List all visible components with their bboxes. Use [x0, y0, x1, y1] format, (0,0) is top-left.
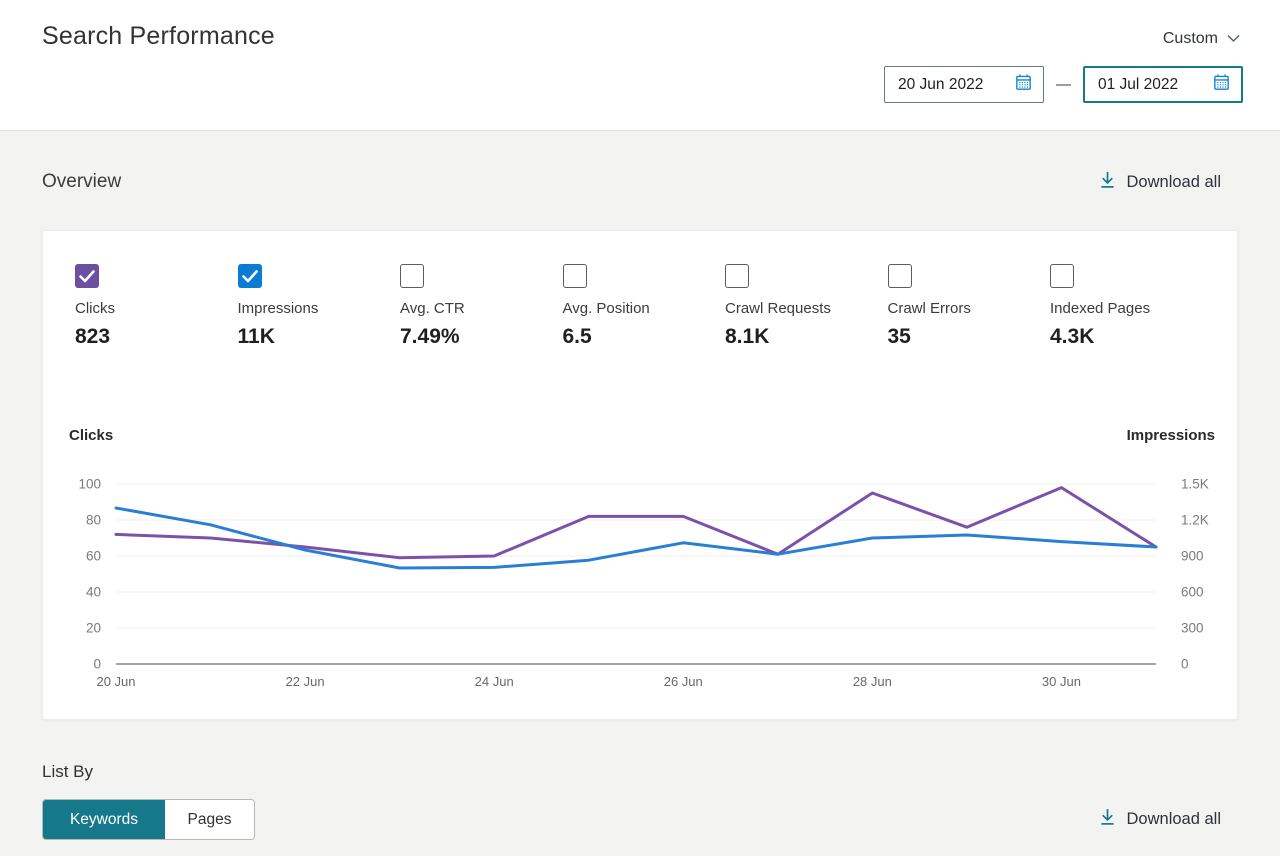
metric-label: Indexed Pages: [1050, 300, 1213, 317]
preset-label: Custom: [1163, 30, 1218, 48]
right-axis-tick-label: 600: [1181, 585, 1204, 600]
metric-crawl-errors: Crawl Errors 35: [888, 264, 1051, 349]
x-axis-tick-label: 28 Jun: [853, 674, 892, 689]
performance-line-chart: 0 0 20 300 40 600 60 900 80 1.2K 100 1.5K 20 Jun 22 J…: [43, 459, 1239, 711]
metric-value: 35: [888, 325, 1051, 349]
metric-checkbox-impressions[interactable]: [238, 264, 262, 288]
right-axis-tick-label: 0: [1181, 657, 1189, 672]
date-range-preset-dropdown[interactable]: Custom: [1163, 30, 1240, 48]
x-axis-tick-label: 30 Jun: [1042, 674, 1081, 689]
right-axis-tick-label: 300: [1181, 621, 1204, 636]
metric-label: Avg. CTR: [400, 300, 563, 317]
right-axis-tick-label: 1.2K: [1181, 513, 1209, 528]
metric-label: Crawl Requests: [725, 300, 888, 317]
metric-label: Impressions: [238, 300, 401, 317]
left-axis-tick-label: 80: [86, 513, 101, 528]
right-axis-title: Impressions: [1127, 427, 1215, 444]
left-axis-tick-label: 0: [93, 657, 101, 672]
metric-clicks: Clicks 823: [75, 264, 238, 349]
page-title: Search Performance: [42, 22, 275, 51]
metrics-row: Clicks 823Impressions 11K Avg. CTR 7.49%Avg.…: [75, 264, 1213, 349]
download-all-label: Download all: [1127, 810, 1221, 829]
metric-indexed-pages: Indexed Pages 4.3K: [1050, 264, 1213, 349]
date-from-value: 20 Jun 2022: [898, 76, 983, 94]
chevron-down-icon: [1227, 30, 1240, 48]
download-all-listby-link[interactable]: Download all: [1099, 808, 1221, 831]
metric-avg-position: Avg. Position 6.5: [563, 264, 726, 349]
metric-value: 4.3K: [1050, 325, 1213, 349]
tab-keywords[interactable]: Keywords: [43, 800, 165, 839]
right-axis-tick-label: 1.5K: [1181, 477, 1209, 492]
overview-heading: Overview: [42, 171, 121, 193]
list-by-heading: List By: [42, 762, 93, 782]
metric-label: Avg. Position: [563, 300, 726, 317]
metric-value: 8.1K: [725, 325, 888, 349]
metric-label: Crawl Errors: [888, 300, 1051, 317]
download-all-overview-link[interactable]: Download all: [1099, 171, 1221, 194]
metric-checkbox-crawl-errors[interactable]: [888, 264, 912, 288]
metric-label: Clicks: [75, 300, 238, 317]
list-by-segmented-control: KeywordsPages: [42, 799, 255, 840]
x-axis-tick-label: 26 Jun: [664, 674, 703, 689]
calendar-icon[interactable]: [1212, 73, 1231, 97]
x-axis-tick-label: 24 Jun: [475, 674, 514, 689]
left-axis-tick-label: 40: [86, 585, 101, 600]
date-from-input[interactable]: 20 Jun 2022: [884, 66, 1044, 103]
metric-value: 6.5: [563, 325, 726, 349]
metric-crawl-requests: Crawl Requests 8.1K: [725, 264, 888, 349]
left-axis-tick-label: 20: [86, 621, 101, 636]
metric-checkbox-clicks[interactable]: [75, 264, 99, 288]
download-all-label: Download all: [1127, 173, 1221, 192]
date-to-value: 01 Jul 2022: [1098, 76, 1178, 94]
metric-value: 7.49%: [400, 325, 563, 349]
metric-checkbox-avg-ctr[interactable]: [400, 264, 424, 288]
metric-impressions: Impressions 11K: [238, 264, 401, 349]
x-axis-tick-label: 20 Jun: [96, 674, 135, 689]
metric-checkbox-crawl-requests[interactable]: [725, 264, 749, 288]
metric-avg-ctr: Avg. CTR 7.49%: [400, 264, 563, 349]
date-range-inputs: 20 Jun 2022 — 01 Jul 2022: [884, 66, 1243, 103]
right-axis-tick-label: 900: [1181, 549, 1204, 564]
metric-value: 11K: [238, 325, 401, 349]
main-content: Overview Download all Clicks823Impressio…: [0, 131, 1280, 856]
metric-checkbox-indexed-pages[interactable]: [1050, 264, 1074, 288]
left-axis-title: Clicks: [69, 427, 113, 444]
metric-checkbox-avg-position[interactable]: [563, 264, 587, 288]
calendar-icon[interactable]: [1014, 73, 1033, 97]
page-header: Search Performance Custom 20 Jun 2022 — …: [0, 0, 1280, 131]
date-range-separator: —: [1056, 76, 1071, 93]
download-icon: [1099, 171, 1116, 194]
search-performance-page: Search Performance Custom 20 Jun 2022 — …: [0, 0, 1280, 856]
tab-pages[interactable]: Pages: [165, 800, 254, 839]
left-axis-tick-label: 100: [78, 477, 101, 492]
date-to-input[interactable]: 01 Jul 2022: [1083, 66, 1243, 103]
x-axis-tick-label: 22 Jun: [286, 674, 325, 689]
metric-value: 823: [75, 325, 238, 349]
download-icon: [1099, 808, 1116, 831]
series-line-clicks: [116, 488, 1156, 558]
left-axis-tick-label: 60: [86, 549, 101, 564]
overview-card: Clicks823Impressions11KAvg. CTR7.49%Avg.…: [42, 230, 1238, 720]
